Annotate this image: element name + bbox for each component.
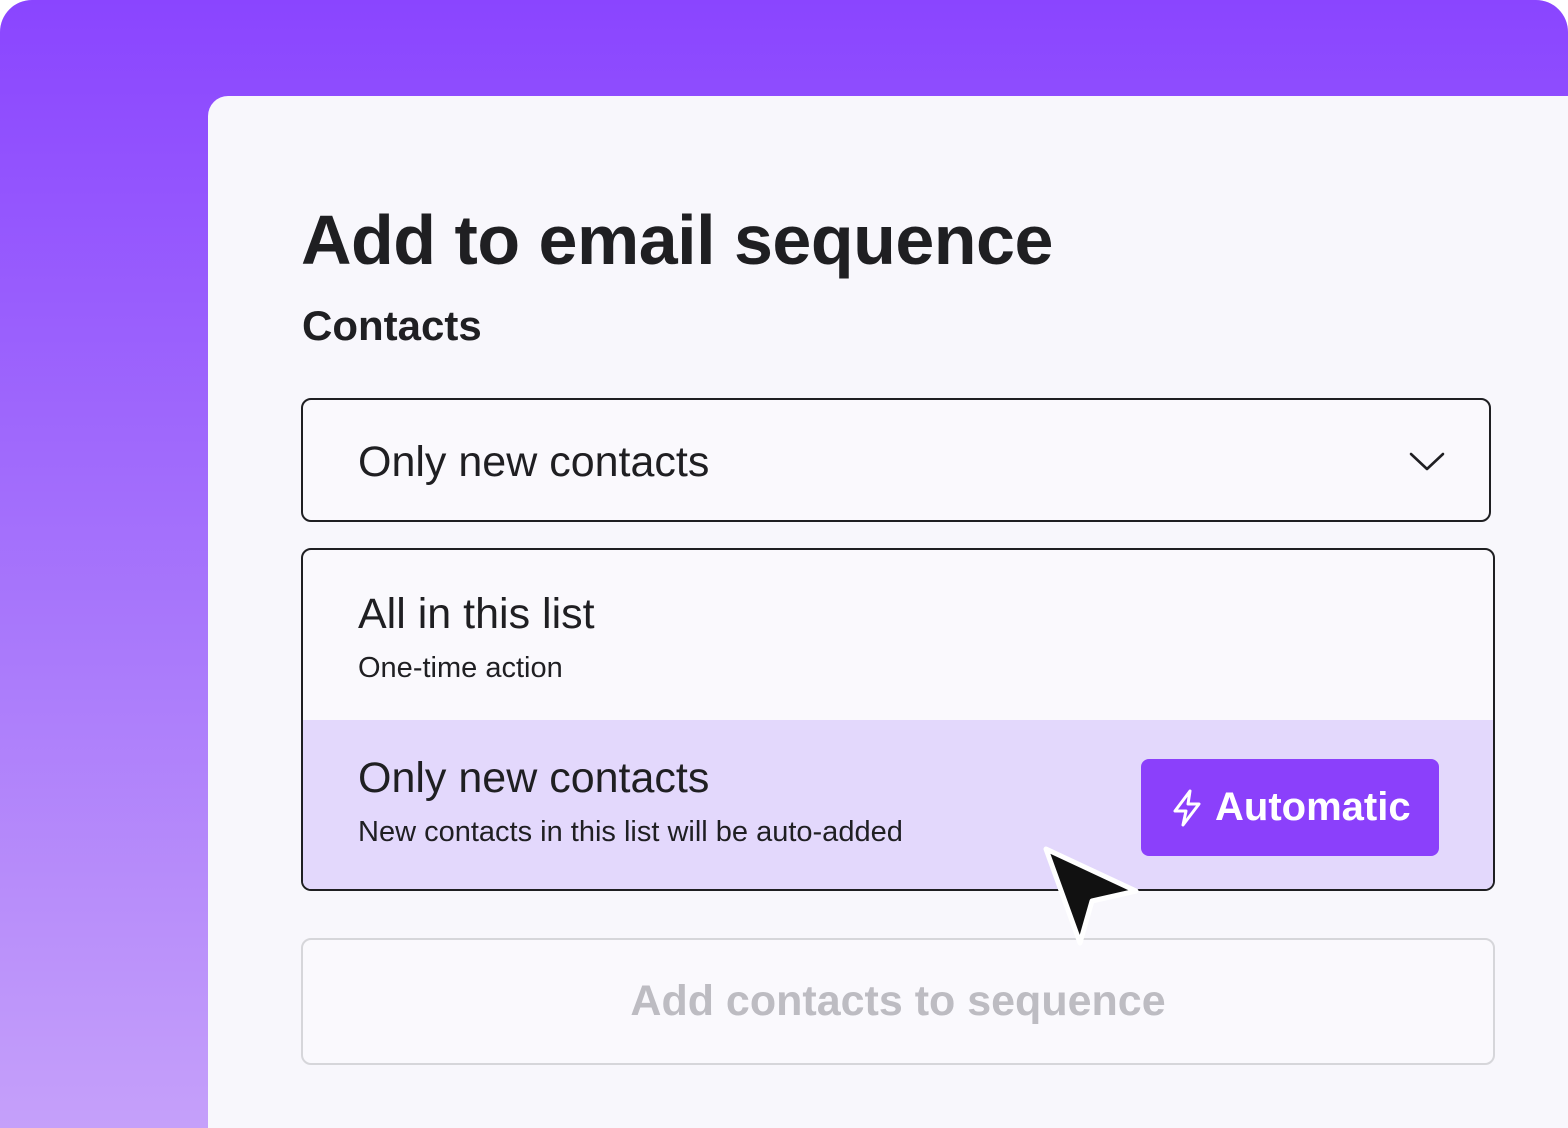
- automatic-badge[interactable]: Automatic: [1141, 759, 1439, 856]
- dialog-title: Add to email sequence: [301, 201, 1053, 279]
- lightning-bolt-icon: [1173, 789, 1201, 826]
- option-title: All in this list: [358, 590, 595, 638]
- select-value: Only new contacts: [358, 438, 710, 486]
- chevron-down-icon: [1409, 452, 1445, 471]
- mouse-cursor-icon: [1043, 846, 1139, 946]
- app-frame: Add to email sequence Contacts Only new …: [0, 0, 1568, 1128]
- option-all-in-list[interactable]: All in this list One-time action: [303, 550, 1493, 720]
- badge-label: Automatic: [1215, 785, 1411, 829]
- contacts-dropdown-menu: All in this list One-time action Only ne…: [301, 548, 1495, 891]
- contacts-select[interactable]: Only new contacts: [301, 398, 1491, 522]
- option-title: Only new contacts: [358, 754, 710, 802]
- add-contacts-button[interactable]: Add contacts to sequence: [301, 938, 1495, 1065]
- option-subtitle: One-time action: [358, 652, 563, 684]
- option-only-new-contacts[interactable]: Only new contacts New contacts in this l…: [303, 720, 1493, 889]
- contacts-label: Contacts: [302, 302, 482, 349]
- option-subtitle: New contacts in this list will be auto-a…: [358, 816, 903, 848]
